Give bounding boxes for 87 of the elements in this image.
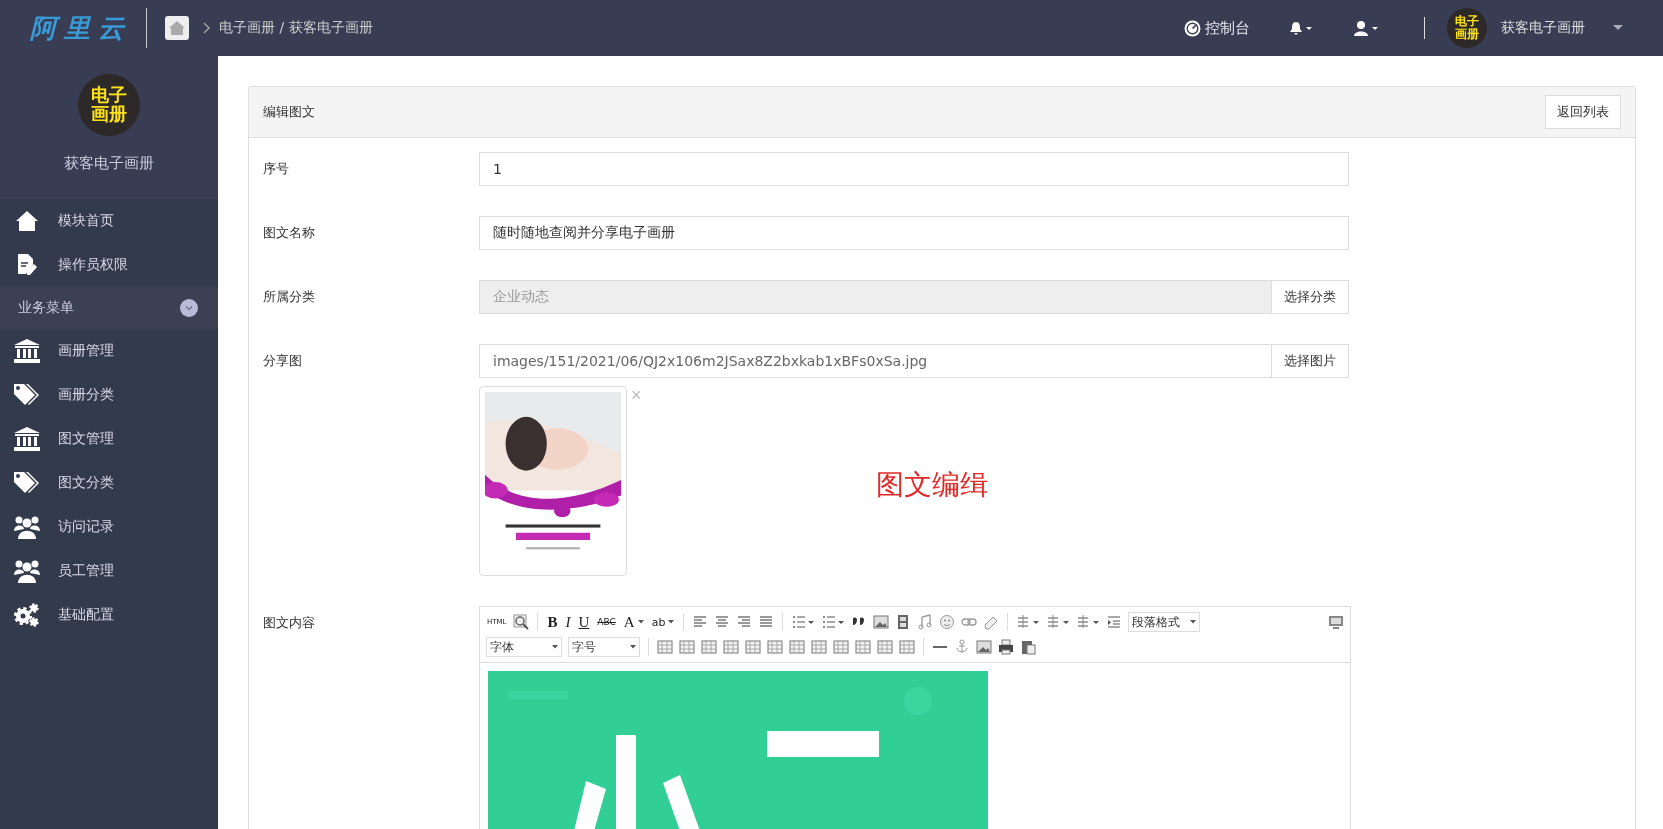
- spacing-bottom-icon[interactable]: [1046, 614, 1071, 630]
- caret-icon: [637, 620, 644, 624]
- caret-icon[interactable]: [1613, 25, 1623, 31]
- toolbar-button[interactable]: B: [546, 613, 559, 631]
- caret-icon: [668, 620, 675, 624]
- table-icon[interactable]: [833, 639, 849, 655]
- field-label: 图文内容: [263, 614, 316, 632]
- sidebar-item[interactable]: 画册分类: [0, 373, 218, 417]
- choose-button[interactable]: 选择图片: [1271, 344, 1349, 378]
- image-icon[interactable]: [976, 639, 992, 655]
- table-icon[interactable]: [811, 639, 827, 655]
- users-icon: [14, 559, 40, 583]
- avatar: 电子 画册: [78, 74, 140, 136]
- text-field[interactable]: 随时随地查阅并分享电子画册: [479, 216, 1349, 250]
- table-icon[interactable]: [899, 639, 915, 655]
- table-icon[interactable]: [767, 639, 783, 655]
- gauge-icon: [1184, 19, 1201, 37]
- toolbar-button[interactable]: I: [564, 613, 572, 631]
- table-icon[interactable]: [855, 639, 871, 655]
- sidebar-item[interactable]: 员工管理: [0, 549, 218, 593]
- chevron-icon: [203, 22, 211, 34]
- tags-icon: [14, 384, 40, 406]
- table-icon[interactable]: [789, 639, 805, 655]
- image-icon[interactable]: [873, 614, 890, 630]
- spacing-top-icon[interactable]: [1016, 614, 1041, 630]
- chevron-icon: [180, 299, 198, 317]
- paragraph-format-select[interactable]: 段落格式: [1128, 612, 1201, 632]
- fullscreen-icon[interactable]: [1328, 614, 1344, 630]
- magnifier-icon[interactable]: [513, 614, 530, 630]
- align-center-icon[interactable]: [714, 614, 731, 630]
- user-name[interactable]: 获客电子画册: [1501, 19, 1585, 37]
- align-right-icon[interactable]: [736, 614, 753, 630]
- font-select[interactable]: 字体: [486, 637, 562, 657]
- sidebar-item[interactable]: 访问记录: [0, 505, 218, 549]
- eraser-icon[interactable]: [983, 614, 1000, 630]
- toolbar-button[interactable]: A: [622, 613, 645, 631]
- text-field[interactable]: images/151/2021/06/QJ2x106m2JSax8Z2bxkab1xBFs0xSa.jpg: [479, 344, 1271, 378]
- printer-icon[interactable]: [998, 639, 1014, 655]
- sidebar-title: 获客电子画册: [64, 154, 154, 173]
- table-icon[interactable]: [679, 639, 695, 655]
- table-icon[interactable]: [701, 639, 717, 655]
- table-icon[interactable]: [723, 639, 739, 655]
- align-justify-icon[interactable]: [758, 614, 775, 630]
- sidebar-item[interactable]: 基础配置: [0, 593, 218, 637]
- table-icon[interactable]: [745, 639, 761, 655]
- tags-icon: [14, 472, 40, 494]
- users-icon: [14, 515, 40, 539]
- indent-icon[interactable]: [1106, 614, 1123, 630]
- field-label: 序号: [263, 160, 290, 178]
- breadcrumb[interactable]: 电子画册 / 获客电子画册: [219, 19, 373, 37]
- table-icon[interactable]: [657, 639, 673, 655]
- toolbar-button[interactable]: U: [577, 613, 591, 631]
- house-icon: [14, 211, 40, 231]
- console-link[interactable]: 控制台: [1180, 14, 1254, 42]
- clipboard-icon[interactable]: [1020, 639, 1036, 655]
- smiley-icon[interactable]: [939, 614, 956, 630]
- font-size-select[interactable]: 字号: [568, 637, 640, 657]
- menu-section-header[interactable]: 业务菜单: [0, 287, 218, 329]
- panel-title: 编辑图文: [263, 103, 315, 121]
- bell-icon: [1288, 20, 1314, 36]
- table-icon[interactable]: [877, 639, 893, 655]
- user-icon: [1352, 20, 1380, 36]
- sidebar-item[interactable]: 图文分类: [0, 461, 218, 505]
- field-label: 所属分类: [263, 288, 316, 306]
- numbered-list-icon[interactable]: [791, 614, 816, 630]
- line-height-icon[interactable]: [1076, 614, 1101, 630]
- field-label: 分享图: [263, 352, 303, 370]
- toolbar-button[interactable]: ab: [650, 615, 676, 629]
- gears-icon: [14, 603, 40, 627]
- caret-icon: [630, 645, 636, 649]
- back-to-list-button[interactable]: 返回列表: [1545, 95, 1621, 129]
- sidebar-item[interactable]: 图文管理: [0, 417, 218, 461]
- caret-icon: [552, 645, 558, 649]
- caret-icon: [1190, 620, 1197, 624]
- sidebar-item[interactable]: 画册管理: [0, 329, 218, 373]
- home-icon[interactable]: [165, 16, 189, 40]
- anchor-icon[interactable]: [954, 639, 970, 655]
- annotation-label: 图文编缉: [875, 467, 988, 503]
- music-note-icon[interactable]: [917, 614, 934, 630]
- bank-icon: [14, 427, 40, 451]
- field-label: 图文名称: [263, 224, 316, 242]
- toolbar-button[interactable]: ABC: [596, 617, 617, 627]
- align-left-icon[interactable]: [692, 614, 709, 630]
- bullet-list-icon[interactable]: [821, 614, 846, 630]
- text-field[interactable]: 1: [479, 152, 1349, 186]
- bank-icon: [14, 339, 40, 363]
- avatar[interactable]: 电子 画册: [1447, 8, 1487, 48]
